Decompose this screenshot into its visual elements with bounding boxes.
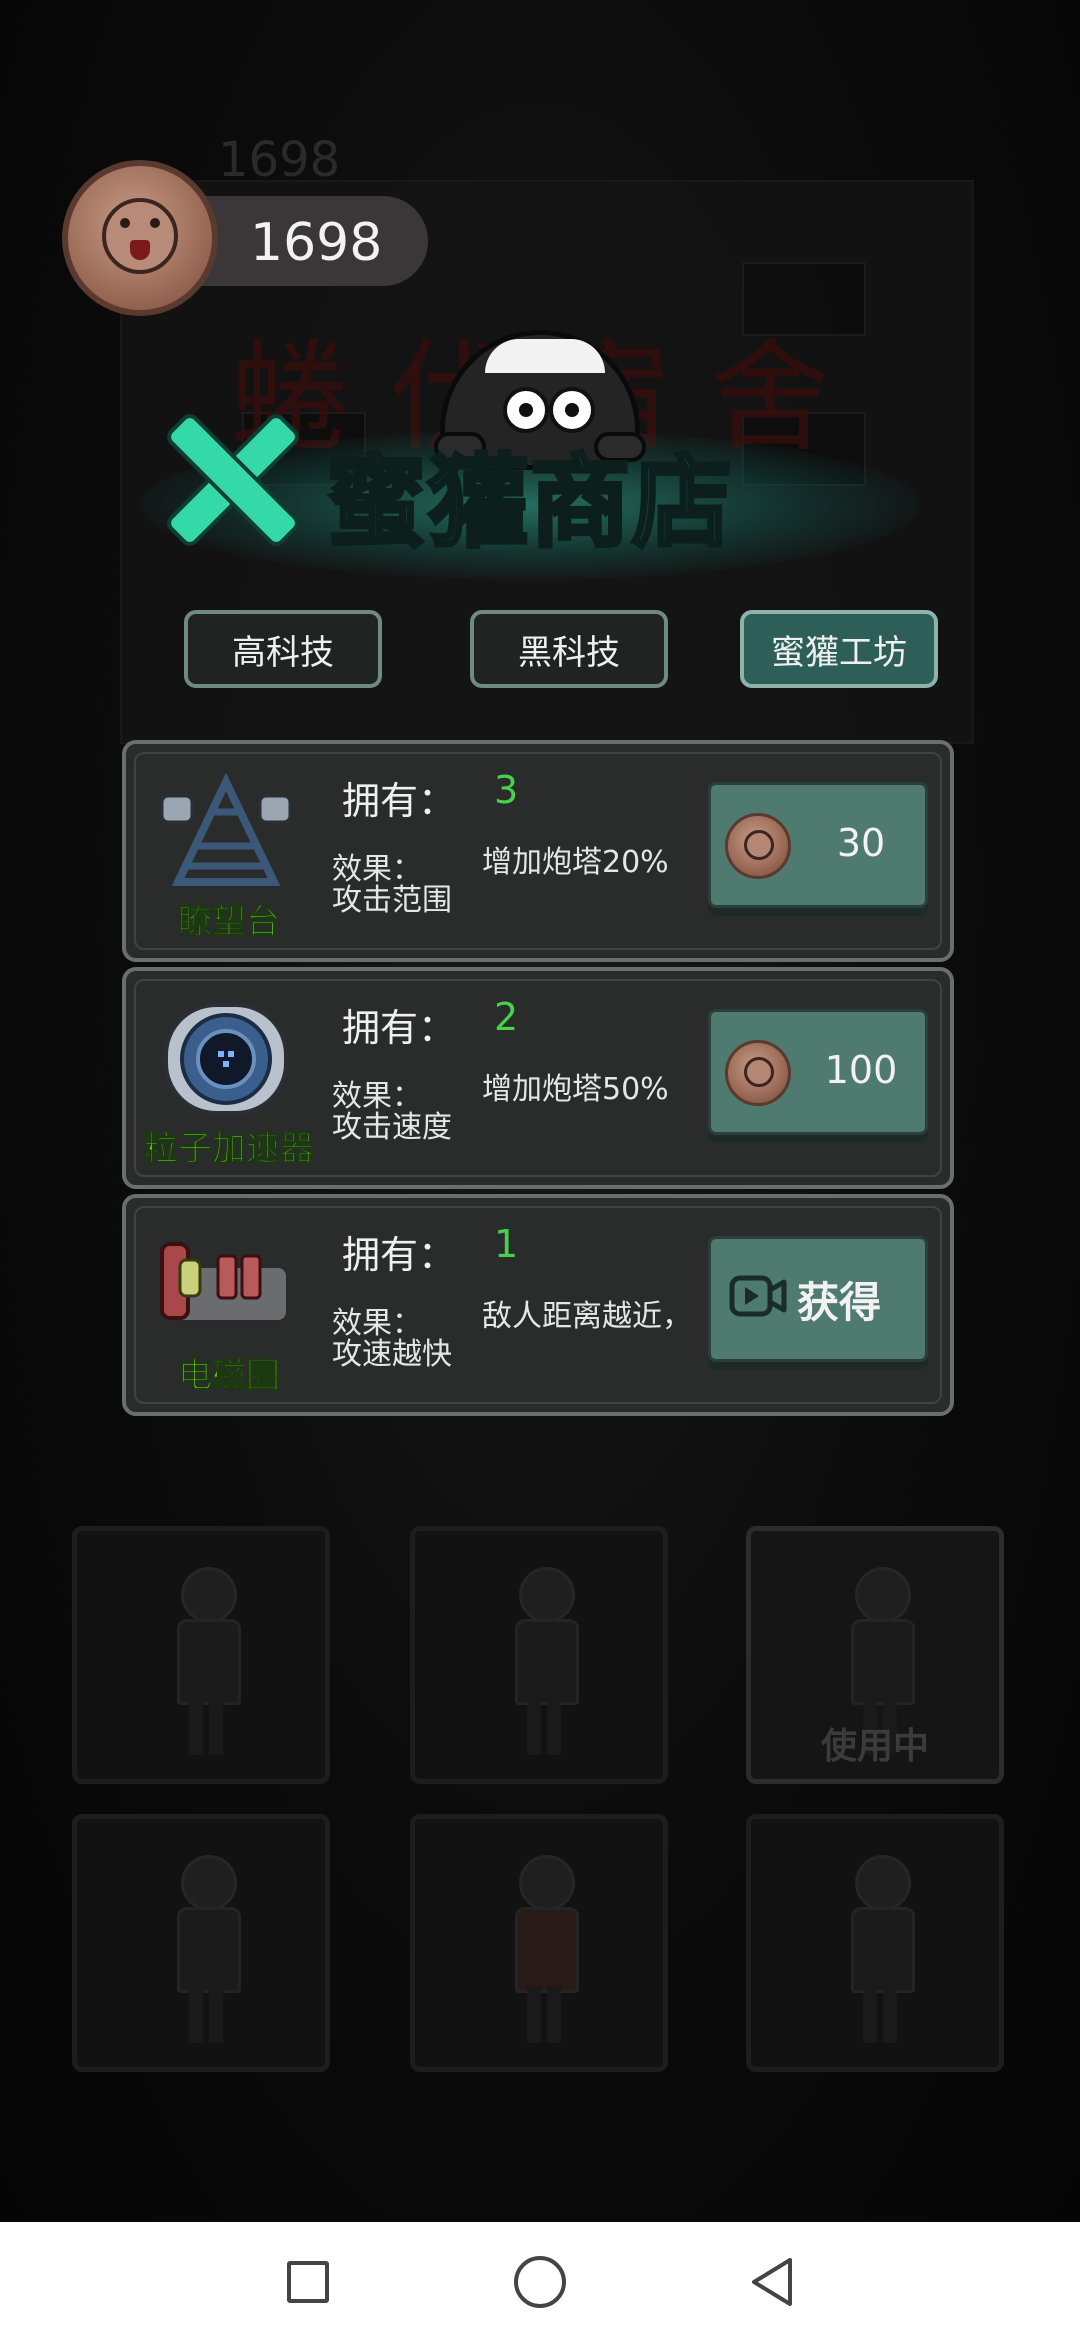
navigation-bar — [0, 2222, 1080, 2340]
item-name: 电磁圈 — [178, 1356, 281, 1397]
in-use-label: 使用中 — [820, 1726, 929, 1767]
video-icon — [729, 1275, 787, 1317]
item-name: 粒子加速器 — [144, 1129, 315, 1170]
effect-description: 敌人距离越近，攻速越快 — [332, 1299, 692, 1372]
buy-button[interactable]: 30 — [708, 782, 928, 908]
close-icon[interactable] — [152, 400, 312, 560]
owned-count: 3 — [494, 768, 519, 812]
recent-apps-icon[interactable] — [278, 2252, 338, 2312]
coin-icon — [725, 813, 791, 879]
honey-badger-mascot — [434, 320, 646, 470]
owned-label: 拥有： — [342, 779, 457, 823]
shop-title: 蜜獾商店 — [324, 444, 734, 561]
tab-high-tech[interactable]: 高科技 — [184, 610, 382, 688]
owned-label: 拥有： — [342, 1006, 457, 1050]
particle-accelerator-icon — [164, 1003, 288, 1115]
home-icon[interactable] — [510, 2252, 570, 2312]
coin-icon — [62, 160, 218, 316]
item-name: 瞭望台 — [178, 902, 281, 943]
item-card-electromagnetic-coil: 电磁圈 拥有： 1 效果： 敌人距离越近，攻速越快 获得 — [122, 1194, 954, 1416]
item-card-watchtower: 瞭望台 拥有： 3 效果： 增加炮塔20%攻击范围 30 — [122, 740, 954, 962]
get-label: 获得 — [797, 1278, 882, 1327]
character-tile[interactable] — [72, 1526, 330, 1784]
price-label: 30 — [836, 821, 886, 865]
character-tile-selected[interactable]: 使用中 — [746, 1526, 1004, 1784]
tab-black-tech[interactable]: 黑科技 — [470, 610, 668, 688]
coin-count: 1698 — [250, 213, 383, 273]
owned-count: 1 — [494, 1222, 519, 1266]
tab-badger-workshop[interactable]: 蜜獾工坊 — [740, 610, 938, 688]
character-tile[interactable] — [746, 1814, 1004, 2072]
buy-button[interactable]: 100 — [708, 1009, 928, 1135]
electromagnetic-coil-icon — [160, 1242, 290, 1324]
back-icon[interactable] — [742, 2252, 802, 2312]
character-tile[interactable] — [410, 1814, 668, 2072]
pig-face-icon — [102, 198, 178, 274]
effect-description: 增加炮塔50%攻击速度 — [332, 1072, 669, 1145]
item-card-particle-accelerator: 粒子加速器 拥有： 2 效果： 增加炮塔50%攻击速度 100 — [122, 967, 954, 1189]
watch-video-button[interactable]: 获得 — [708, 1236, 928, 1362]
watchtower-icon — [160, 772, 292, 886]
price-label: 100 — [824, 1048, 898, 1092]
effect-description: 增加炮塔20%攻击范围 — [332, 845, 669, 918]
owned-label: 拥有： — [342, 1233, 457, 1277]
coin-icon — [725, 1040, 791, 1106]
character-tile[interactable] — [410, 1526, 668, 1784]
owned-count: 2 — [494, 995, 519, 1039]
character-tile[interactable] — [72, 1814, 330, 2072]
